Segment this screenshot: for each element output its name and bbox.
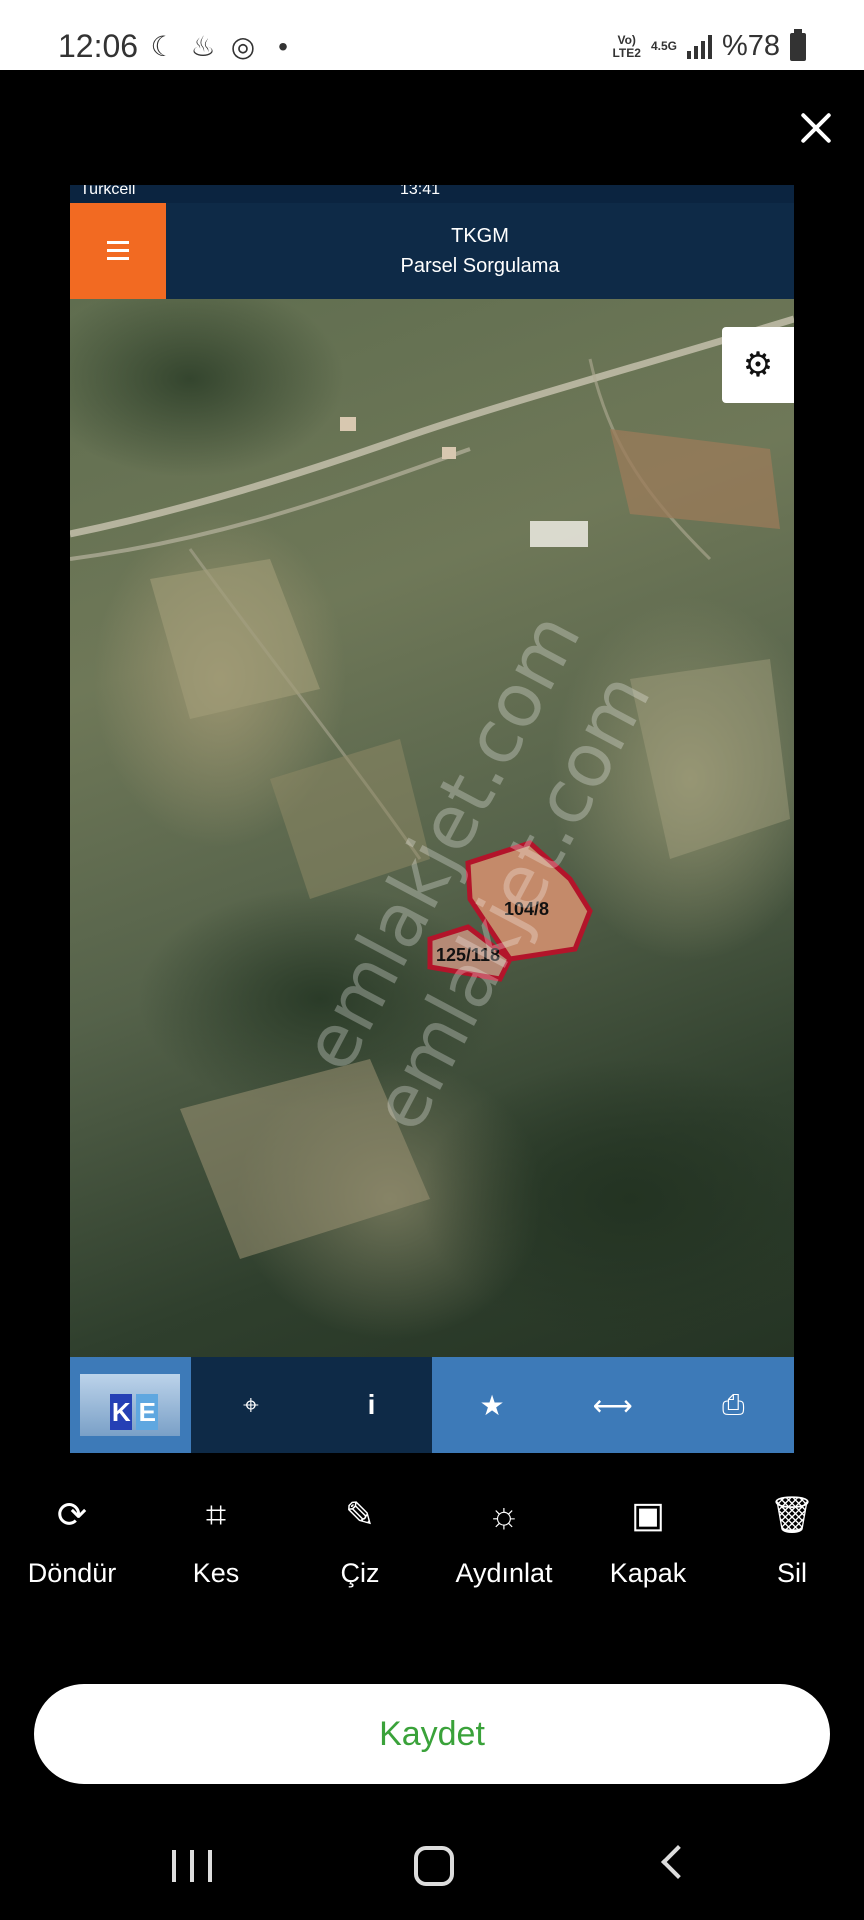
header-subtitle: Parsel Sorgulama	[400, 255, 560, 277]
chrome-icon: ◎	[230, 31, 256, 62]
star-icon: ★	[431, 1357, 553, 1453]
signal-icon	[686, 34, 712, 59]
header-title: TKGM	[451, 225, 509, 247]
brightness-button[interactable]: ☼ Aydınlat	[432, 1490, 576, 1589]
locate-icon: ⌖	[190, 1357, 312, 1453]
trash-icon: 🗑	[769, 1494, 815, 1535]
status-right: Vo) LTE2 4.5G %78	[612, 28, 806, 63]
save-button[interactable]: Kaydet	[34, 1684, 830, 1784]
battery-percent: %78	[721, 30, 780, 62]
notification-icons: ☾ ♨ ◎ •	[150, 30, 296, 63]
navigation-bar	[0, 1830, 864, 1910]
crop-icon: ⌗	[205, 1494, 227, 1535]
recents-button[interactable]	[172, 1850, 212, 1882]
ke-logo: K E	[70, 1357, 191, 1453]
inner-clock: 13:41	[400, 185, 441, 198]
edit-toolbar: ⟳ Döndür ⌗ Kes ✎ Çiz ☼ Aydınlat ▣ Kapak …	[0, 1490, 864, 1600]
cover-button[interactable]: ▣ Kapak	[576, 1490, 720, 1589]
rotate-icon: ⟳	[56, 1494, 88, 1535]
rotate-button[interactable]: ⟳ Döndür	[0, 1490, 144, 1589]
satellite-map: 104/8 125/118 emlakjet.com emlakjet.com …	[70, 299, 794, 1357]
inner-carrier: Turkcell	[80, 185, 136, 198]
brush-icon: ✎	[344, 1494, 376, 1535]
app-notification-icon: ♨	[190, 31, 216, 62]
status-bar: 12:06 ☾ ♨ ◎ • Vo) LTE2 4.5G %78	[0, 0, 864, 70]
gear-icon: ⚙	[722, 327, 794, 403]
print-icon: ⎙	[672, 1357, 794, 1453]
battery-icon	[790, 28, 806, 61]
back-button[interactable]	[661, 1845, 695, 1879]
draw-button[interactable]: ✎ Çiz	[288, 1490, 432, 1589]
delete-button[interactable]: 🗑 Sil	[720, 1490, 864, 1589]
crop-label: Kes	[192, 1558, 240, 1588]
status-time: 12:06	[58, 28, 139, 64]
edited-image: Turkcell 13:41 TKGM Parsel Sorgulama 104…	[70, 185, 794, 1453]
info-icon: i	[311, 1357, 432, 1453]
map-toolbar: K E ⌖ i ★ ⟷ ⎙	[70, 1357, 794, 1453]
draw-label: Çiz	[340, 1558, 380, 1588]
brightness-icon: ☼	[487, 1494, 521, 1535]
rotate-label: Döndür	[27, 1558, 117, 1588]
cover-label: Kapak	[609, 1558, 687, 1588]
more-dot-icon: •	[278, 30, 288, 62]
measure-arrows-icon: ⟷	[552, 1357, 673, 1453]
tkgm-header: TKGM Parsel Sorgulama	[70, 203, 794, 299]
inner-status-bar: Turkcell 13:41	[70, 185, 794, 203]
crop-button[interactable]: ⌗ Kes	[144, 1490, 288, 1589]
brightness-label: Aydınlat	[455, 1558, 553, 1588]
network-type: Vo) LTE2	[612, 32, 641, 60]
home-button[interactable]	[414, 1846, 454, 1886]
delete-label: Sil	[776, 1558, 807, 1588]
network-speed: 4.5G	[650, 39, 677, 53]
moon-icon: ☾	[150, 31, 176, 62]
cover-image-icon: ▣	[630, 1494, 665, 1535]
menu-button	[70, 203, 166, 299]
close-button[interactable]	[788, 100, 844, 156]
